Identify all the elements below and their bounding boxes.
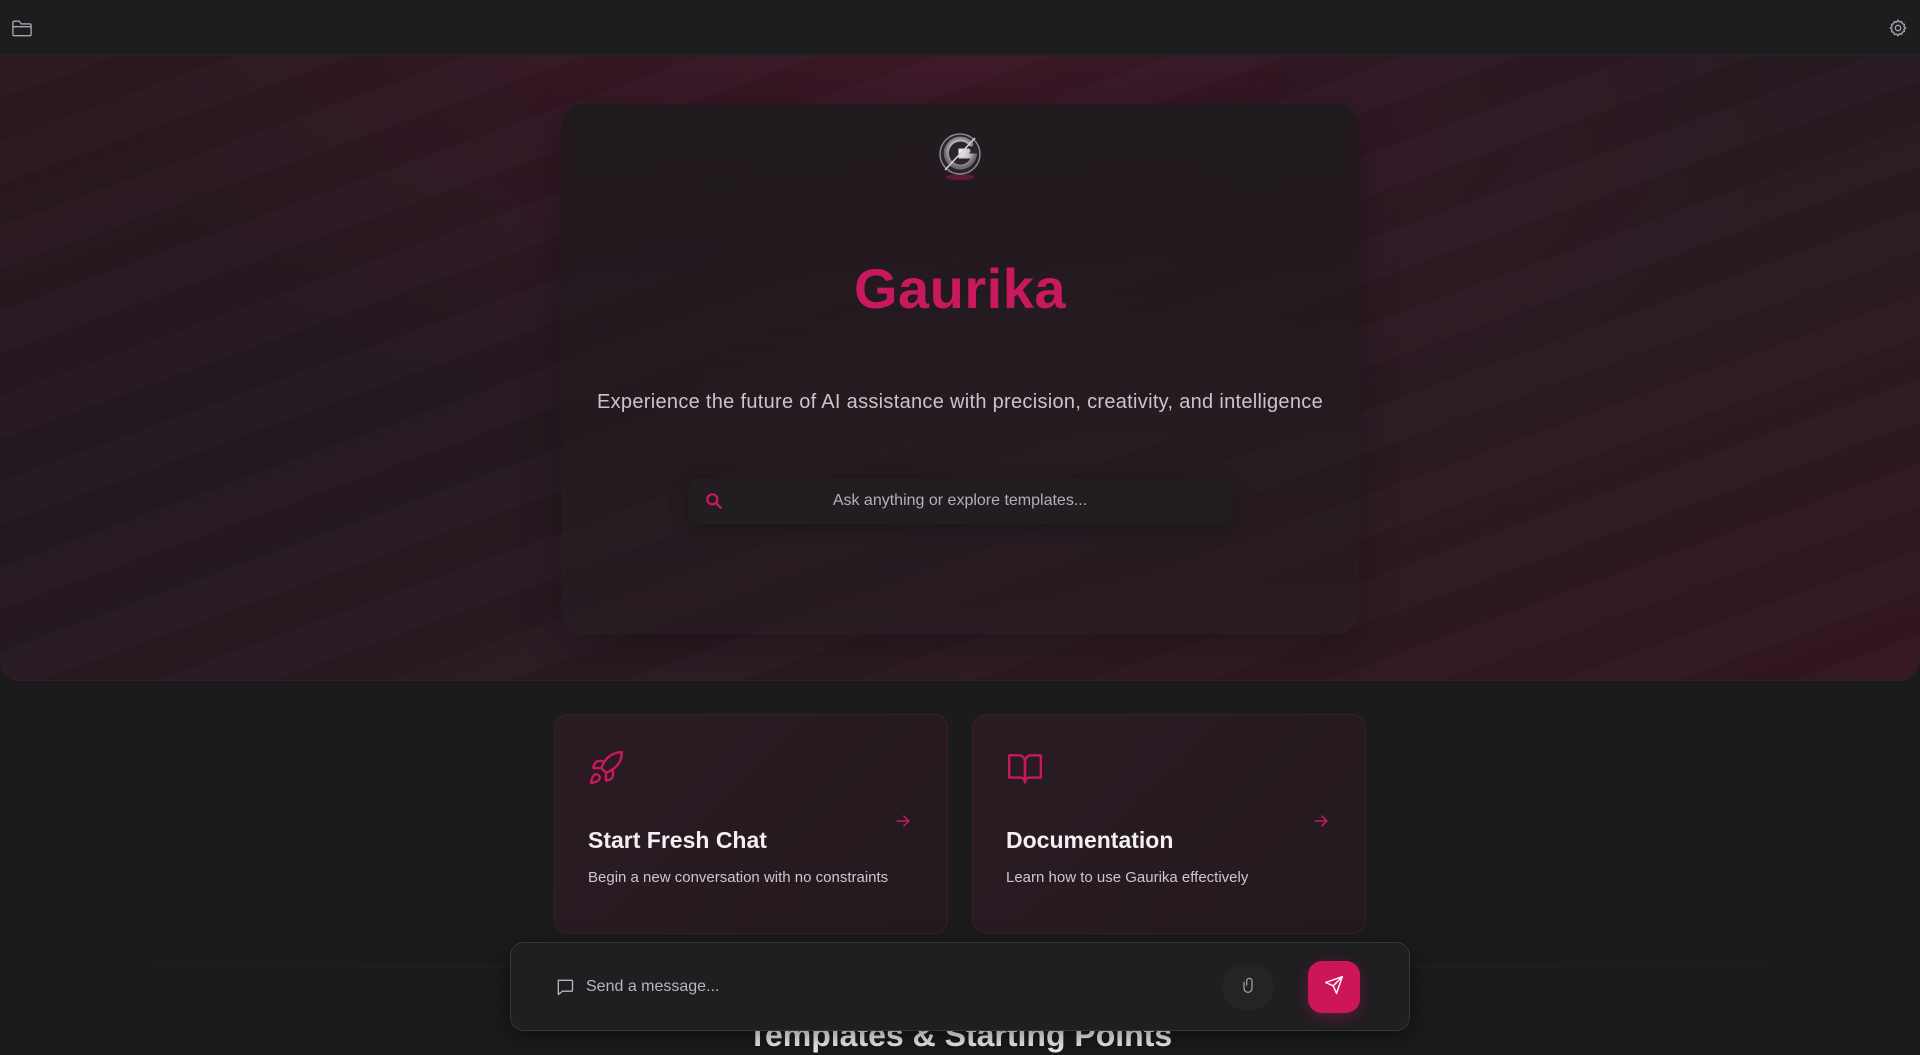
send-icon: [1324, 975, 1344, 1000]
card-description: Learn how to use Gaurika effectively: [1006, 869, 1249, 886]
card-title: Documentation: [1006, 827, 1174, 853]
gaurika-logo: [937, 130, 983, 182]
send-button[interactable]: [1308, 961, 1360, 1013]
message-input[interactable]: [586, 967, 1196, 1007]
arrow-right-icon: [1311, 811, 1331, 836]
gear-icon[interactable]: [1886, 16, 1910, 40]
hero-search-input[interactable]: [688, 478, 1232, 524]
arrow-right-icon: [893, 811, 913, 836]
message-composer: [510, 942, 1410, 1031]
brand-title: Gaurika: [853, 257, 1067, 320]
search-icon: [704, 491, 724, 516]
card-description: Begin a new conversation with no constra…: [588, 869, 889, 886]
attach-button[interactable]: [1222, 964, 1274, 1010]
folder-icon[interactable]: [10, 16, 34, 40]
start-fresh-chat-card[interactable]: Start Fresh Chat Begin a new conversatio…: [554, 714, 948, 934]
chat-bubble-icon: [555, 977, 575, 1002]
hero-card: [561, 104, 1359, 634]
documentation-card[interactable]: Documentation Learn how to use Gaurika e…: [972, 714, 1366, 934]
paperclip-icon: [1240, 976, 1256, 999]
hero-tagline: Experience the future of AI assistance w…: [596, 391, 1323, 413]
hero-search-bar[interactable]: [688, 478, 1232, 524]
top-bar: [0, 0, 1920, 56]
card-title: Start Fresh Chat: [588, 827, 767, 853]
book-icon: [1005, 749, 1045, 792]
rocket-icon: [587, 749, 625, 792]
